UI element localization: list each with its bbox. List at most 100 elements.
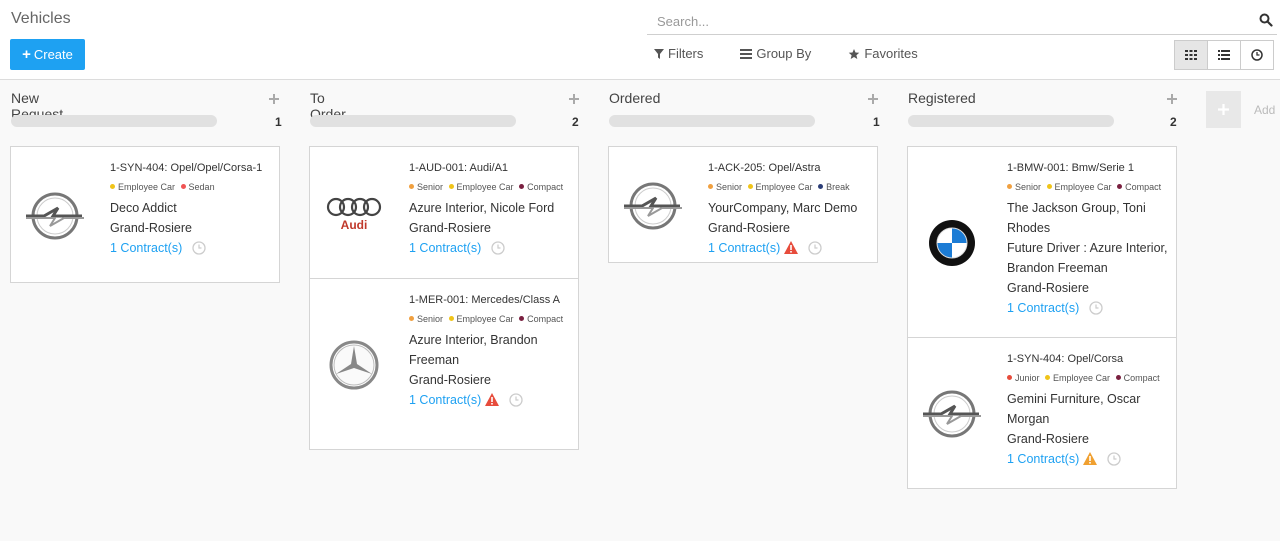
driver-name: The Jackson Group, Toni Rhodes [1007,200,1146,235]
tag: Employee Car [448,311,514,327]
create-label: Create [33,47,73,62]
opel-logo [23,147,87,284]
star-icon [849,48,860,59]
contracts-link[interactable]: 1 Contract(s) [409,390,481,410]
quick-create-icon[interactable] [868,91,878,109]
quick-create-icon[interactable] [269,91,279,109]
vehicle-card[interactable]: 1-BMW-001: Bmw/Serie 1 Senior Employee C… [907,146,1177,338]
list-view-button[interactable] [1207,40,1241,70]
vehicle-reference: 1-SYN-404: Opel/Corsa [1007,353,1124,365]
column-count: 1 [275,115,282,129]
warning-icon [485,393,500,406]
create-button[interactable]: + Create [10,39,85,70]
favorites-label: Favorites [864,46,918,61]
quick-create-icon[interactable] [569,91,579,109]
favorites-button[interactable]: Favorites [848,46,918,61]
tag-list: Senior Employee Car Compact [409,310,574,327]
opel-logo [920,338,984,490]
vehicle-card[interactable]: 1-MER-001: Mercedes/Class A Senior Emplo… [309,278,579,450]
activity-clock-icon[interactable] [1089,300,1103,315]
search-icon[interactable] [1259,13,1273,32]
location: Grand-Rosiere [110,220,192,235]
tag: Employee Car [110,179,175,195]
tag: Compact [1115,370,1160,386]
location: Grand-Rosiere [1007,431,1089,446]
tag: Senior [708,179,742,195]
view-switcher [1174,40,1274,70]
vehicle-reference: 1-ACK-205: Opel/Astra [708,162,821,174]
tag: Senior [1007,179,1041,195]
group-by-button[interactable]: Group By [740,46,811,61]
vehicle-reference: 1-SYN-404: Opel/Opel/Corsa-1 [110,162,263,174]
vehicle-card[interactable]: 1-ACK-205: Opel/Astra Senior Employee Ca… [608,146,878,263]
kanban-view-button[interactable] [1174,40,1208,70]
contracts-link[interactable]: 1 Contract(s) [1007,298,1079,318]
svg-text:Audi: Audi [341,218,368,232]
progress-bar [11,115,217,127]
tag-list: Employee Car Sedan [110,178,275,195]
tag: Senior [409,179,443,195]
bars-icon [740,48,753,59]
tag: Compact [519,179,563,195]
activity-view-button[interactable] [1240,40,1274,70]
column-title: Registered [908,90,976,106]
location: Grand-Rosiere [409,220,491,235]
tag: Compact [519,311,563,327]
progress-bar [908,115,1114,127]
clock-icon [1251,49,1263,61]
plus-icon: + [22,46,31,63]
tag: Employee Car [1046,179,1112,195]
vehicle-reference: 1-AUD-001: Audi/A1 [409,162,509,174]
search-box [647,8,1277,35]
column-title: Ordered [609,90,661,106]
contracts-link[interactable]: 1 Contract(s) [1007,449,1079,469]
tag: Employee Car [1045,370,1110,386]
tag: Break [818,179,850,195]
warning-icon [1083,452,1098,465]
activity-clock-icon[interactable] [192,240,206,255]
add-column-button[interactable] [1206,91,1241,128]
plus-icon [1218,104,1229,115]
warning-icon [784,241,799,254]
tag: Employee Car [448,179,514,195]
progress-bar [609,115,815,127]
activity-clock-icon[interactable] [1107,451,1121,466]
activity-clock-icon[interactable] [509,392,523,407]
search-input[interactable] [647,8,1237,34]
quick-create-icon[interactable] [1167,91,1177,109]
control-panel: Vehicles + Create Filters Group By Favor… [0,0,1280,80]
driver-name: Azure Interior, Nicole Ford [409,200,555,215]
contracts-link[interactable]: 1 Contract(s) [110,238,182,258]
tag: Senior [409,311,443,327]
vehicle-card[interactable]: 1-SYN-404: Opel/Opel/Corsa-1 Employee Ca… [10,146,280,283]
tag: Compact [1117,179,1161,195]
vehicle-reference: 1-MER-001: Mercedes/Class A [409,294,560,306]
mercedes-logo [322,279,386,451]
opel-logo [621,147,685,264]
driver-name: Gemini Furniture, Oscar Morgan [1007,391,1141,426]
column-count: 2 [572,115,579,129]
filter-icon [654,48,664,59]
page-title: Vehicles [11,10,71,27]
vehicle-card[interactable]: Audi 1-AUD-001: Audi/A1 Senior Employee … [309,146,579,279]
activity-clock-icon[interactable] [808,240,822,255]
add-column-label[interactable]: Add [1254,103,1275,117]
tag-list: Senior Employee Car Compact [1007,178,1172,195]
driver-name: Azure Interior, Brandon Freeman [409,332,538,367]
vehicle-reference: 1-BMW-001: Bmw/Serie 1 [1007,162,1134,174]
filters-label: Filters [668,46,704,61]
column-count: 1 [873,115,880,129]
tag-list: Senior Employee Car Break [708,178,873,195]
filters-button[interactable]: Filters [654,46,703,61]
list-icon [1218,50,1230,60]
activity-clock-icon[interactable] [491,240,505,255]
contracts-link[interactable]: 1 Contract(s) [409,238,481,258]
tag-list: Senior Employee Car Compact [409,178,574,195]
column-count: 2 [1170,115,1177,129]
vehicle-card[interactable]: 1-SYN-404: Opel/Corsa Junior Employee Ca… [907,337,1177,489]
contracts-link[interactable]: 1 Contract(s) [708,238,780,258]
driver-name: YourCompany, Marc Demo [708,200,858,215]
bmw-logo [920,147,984,339]
driver-name: Deco Addict [110,200,177,215]
progress-bar [310,115,516,127]
